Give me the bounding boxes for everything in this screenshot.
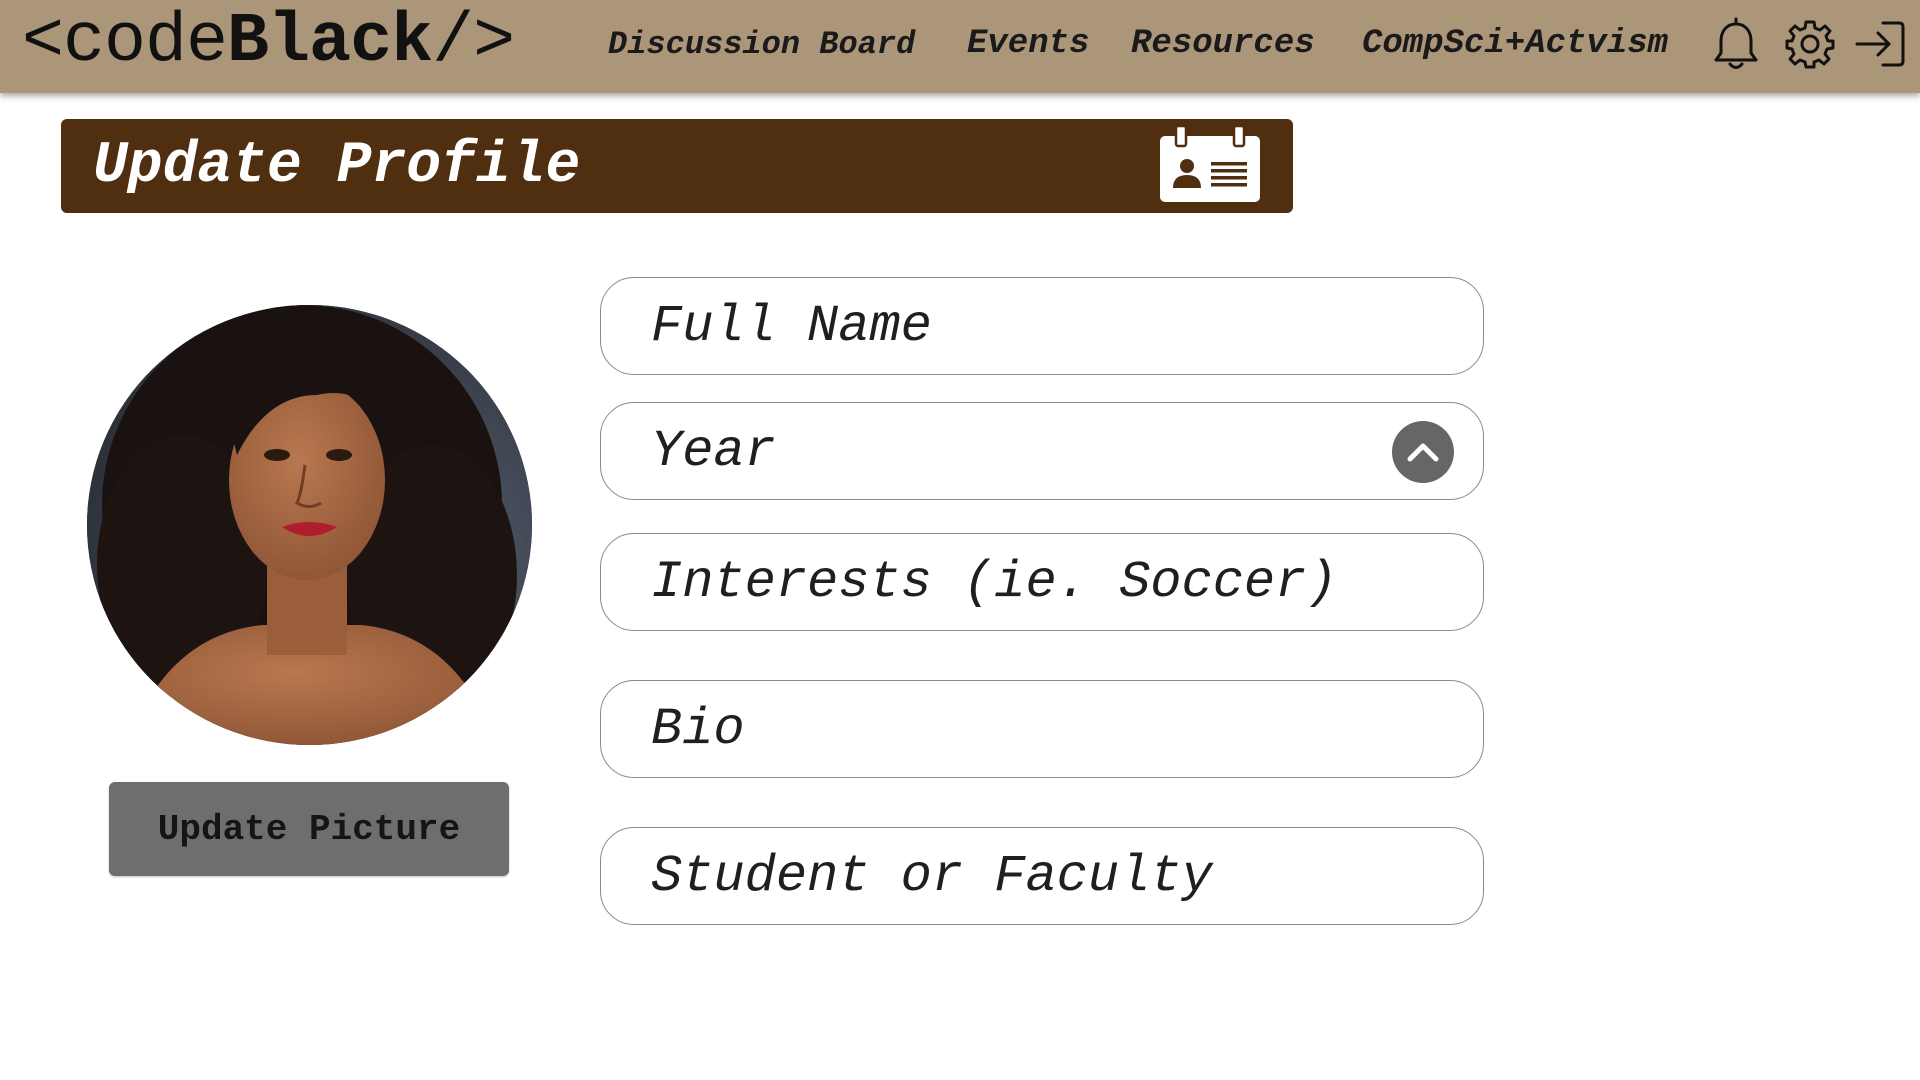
logo-suffix: /> <box>432 3 515 82</box>
profile-avatar <box>87 305 532 745</box>
role-field <box>600 827 1484 925</box>
nav-discussion-board[interactable]: Discussion Board <box>608 0 915 88</box>
page-header-banner: Update Profile <box>61 119 1293 213</box>
logo-prefix: <code <box>22 3 228 82</box>
bell-icon[interactable] <box>1708 16 1764 72</box>
full-name-input[interactable] <box>601 278 1483 374</box>
full-name-field <box>600 277 1484 375</box>
update-picture-button[interactable]: Update Picture <box>109 782 509 876</box>
nav-compsci-activism[interactable]: CompSci+Actvism <box>1362 0 1668 88</box>
top-navigation-bar: <code Black/> Discussion Board Events Res… <box>0 0 1920 93</box>
page-title: Update Profile <box>93 133 581 199</box>
interests-field <box>600 533 1484 631</box>
bio-field <box>600 680 1484 778</box>
logo-bold: Black <box>227 3 433 82</box>
nav-events[interactable]: Events <box>967 0 1089 88</box>
student-or-faculty-input[interactable] <box>601 828 1483 924</box>
gear-icon[interactable] <box>1782 16 1838 72</box>
chevron-up-icon[interactable] <box>1392 421 1454 483</box>
nav-resources[interactable]: Resources <box>1131 0 1315 88</box>
bio-input[interactable] <box>601 681 1483 777</box>
year-dropdown[interactable]: Year <box>600 402 1484 500</box>
logout-icon[interactable] <box>1852 16 1908 72</box>
interests-input[interactable] <box>601 534 1483 630</box>
app-logo[interactable]: <code Black/> <box>22 0 515 85</box>
year-select-label[interactable]: Year <box>601 403 1483 499</box>
id-badge-icon <box>1159 124 1261 204</box>
